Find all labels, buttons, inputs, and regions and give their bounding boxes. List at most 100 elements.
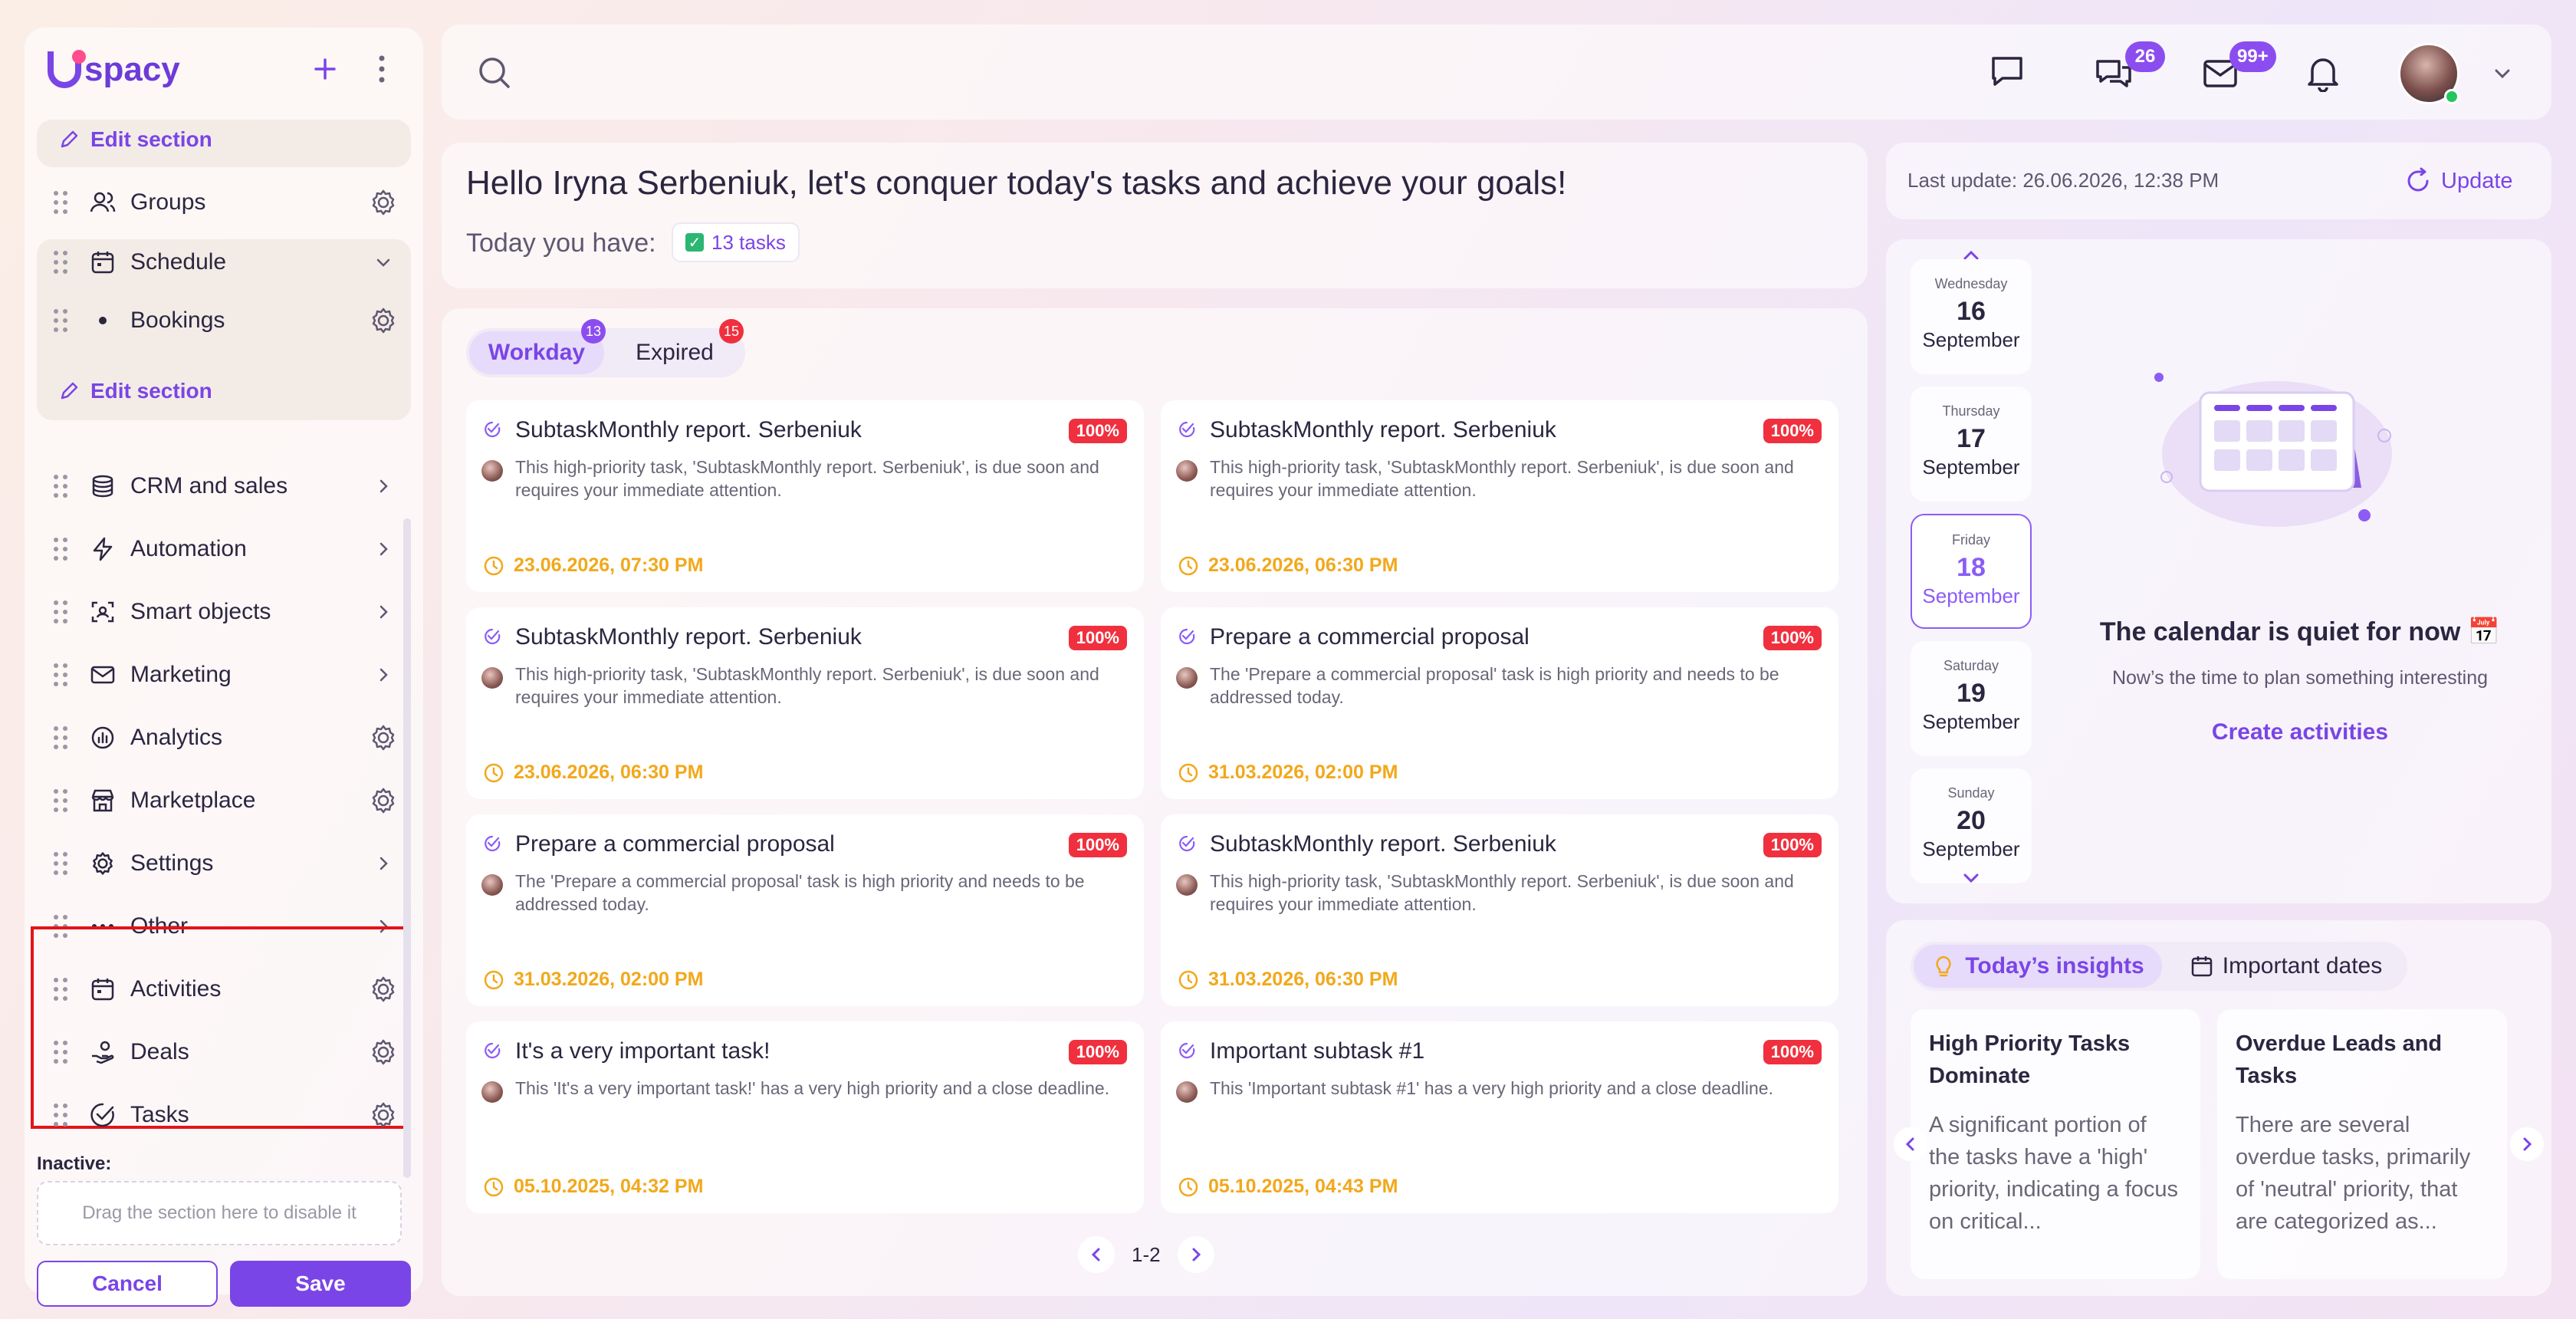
create-activities-link[interactable]: Create activities: [2059, 719, 2541, 745]
task-title[interactable]: Prepare a commercial proposal: [1210, 624, 1530, 650]
task-count-chip[interactable]: ✓ 13 tasks: [672, 222, 800, 262]
lightbulb-icon: [1936, 956, 1951, 977]
gear-icon[interactable]: [368, 1100, 399, 1130]
prev-page-button[interactable]: [1078, 1236, 1115, 1273]
sidebar-item-marketing[interactable]: Marketing: [37, 646, 411, 704]
add-icon[interactable]: [310, 54, 340, 84]
drag-handle-icon[interactable]: [54, 309, 69, 332]
sidebar-item-tasks[interactable]: Tasks: [37, 1086, 411, 1144]
gear-icon[interactable]: [368, 785, 399, 816]
next-page-button[interactable]: [1177, 1236, 1214, 1273]
drag-handle-icon[interactable]: [54, 978, 69, 1001]
task-check-icon: [483, 420, 501, 442]
disable-dropzone[interactable]: Drag the section here to disable it: [37, 1181, 402, 1245]
sidebar-item-label: Automation: [130, 536, 247, 561]
chevron-right-icon[interactable]: [368, 471, 399, 502]
search-icon[interactable]: [475, 54, 514, 92]
tab-todays-insights[interactable]: Today’s insights: [1914, 945, 2162, 988]
chevron-down-icon[interactable]: [1958, 868, 1984, 888]
sidebar-item-analytics[interactable]: Analytics: [37, 709, 411, 767]
task-card[interactable]: SubtaskMonthly report. Serbeniuk 100% This…: [466, 400, 1144, 592]
day-item[interactable]: Saturday 19 September: [1911, 641, 2032, 756]
sidebar-item-schedule[interactable]: Schedule: [37, 233, 411, 291]
sidebar-item-groups[interactable]: Groups: [37, 173, 411, 232]
sidebar-item-smart-objects[interactable]: Smart objects: [37, 583, 411, 641]
task-title[interactable]: It's a very important task!: [515, 1038, 770, 1064]
task-card[interactable]: SubtaskMonthly report. Serbeniuk 100% This…: [1161, 814, 1838, 1006]
gear-icon[interactable]: [368, 974, 399, 1005]
task-title[interactable]: Important subtask #1: [1210, 1038, 1424, 1064]
task-description: This high-priority task, 'SubtaskMonthly…: [515, 664, 1099, 707]
task-progress-badge: 100%: [1763, 419, 1822, 443]
sidebar-item-activities[interactable]: Activities: [37, 960, 411, 1018]
calendar-empty-subtitle: Now’s the time to plan something interes…: [2111, 667, 2489, 689]
insights-prev-button[interactable]: [1894, 1127, 1927, 1161]
sidebar-item-bookings[interactable]: Bookings: [37, 291, 411, 350]
drag-handle-icon[interactable]: [54, 663, 69, 686]
drag-handle-icon[interactable]: [54, 1041, 69, 1064]
sidebar-scrollbar[interactable]: [403, 518, 411, 1178]
more-vertical-icon[interactable]: [368, 52, 396, 86]
drag-handle-icon[interactable]: [54, 475, 69, 498]
chevron-down-icon[interactable]: [368, 247, 399, 278]
task-title[interactable]: SubtaskMonthly report. Serbeniuk: [1210, 417, 1556, 443]
users-icon: [89, 189, 117, 216]
edit-section-link[interactable]: Edit section: [58, 371, 212, 411]
cancel-button[interactable]: Cancel: [37, 1261, 218, 1307]
chevron-right-icon[interactable]: [368, 660, 399, 690]
sidebar-item-automation[interactable]: Automation: [37, 520, 411, 578]
task-card[interactable]: SubtaskMonthly report. Serbeniuk 100% This…: [1161, 400, 1838, 592]
tab-important-dates[interactable]: Important dates: [2171, 945, 2401, 988]
assignee-avatar: [481, 874, 503, 896]
logo[interactable]: spacy: [48, 44, 180, 95]
gear-icon[interactable]: [368, 187, 399, 218]
today-label: Today you have:: [466, 229, 656, 258]
drag-handle-icon[interactable]: [54, 538, 69, 561]
clock-icon: [1178, 763, 1198, 782]
task-title[interactable]: SubtaskMonthly report. Serbeniuk: [515, 417, 862, 443]
drag-handle-icon[interactable]: [54, 191, 69, 214]
gear-icon[interactable]: [368, 305, 399, 336]
edit-section-link-top[interactable]: Edit section: [58, 120, 212, 160]
task-check-icon: [1178, 420, 1196, 442]
gear-icon[interactable]: [368, 722, 399, 753]
bell-icon[interactable]: [2306, 54, 2340, 92]
sidebar-item-deals[interactable]: Deals: [37, 1023, 411, 1081]
task-card[interactable]: It's a very important task! 100% This 'It'…: [466, 1021, 1144, 1213]
day-item[interactable]: Wednesday 16 September: [1911, 259, 2032, 374]
crm-icon: [89, 472, 117, 500]
gear-icon[interactable]: [368, 1037, 399, 1067]
day-item[interactable]: Thursday 17 September: [1911, 386, 2032, 502]
drag-handle-icon[interactable]: [54, 600, 69, 623]
insight-card[interactable]: Overdue Leads and Tasks There are severa…: [2217, 1009, 2507, 1279]
assignee-avatar: [1176, 1081, 1198, 1103]
insight-card[interactable]: High Priority Tasks Dominate A significa…: [1911, 1009, 2200, 1279]
task-description: This high-priority task, 'SubtaskMonthly…: [1210, 457, 1794, 500]
task-card[interactable]: SubtaskMonthly report. Serbeniuk 100% This…: [466, 607, 1144, 799]
task-card[interactable]: Prepare a commercial proposal 100% The 'Pr…: [466, 814, 1144, 1006]
chevron-down-icon[interactable]: [2490, 61, 2515, 86]
drag-handle-icon[interactable]: [54, 852, 69, 875]
drag-handle-icon[interactable]: [54, 726, 69, 749]
save-button[interactable]: Save: [230, 1261, 411, 1307]
sidebar-item-marketplace[interactable]: Marketplace: [37, 771, 411, 830]
drag-handle-icon[interactable]: [54, 1104, 69, 1127]
sidebar-item-settings[interactable]: Settings: [37, 834, 411, 893]
assignee-avatar: [481, 1081, 503, 1103]
update-button[interactable]: Update: [2404, 163, 2513, 199]
chevron-right-icon[interactable]: [368, 597, 399, 627]
chat-icon[interactable]: [1989, 52, 2026, 89]
day-item[interactable]: Sunday 20 September: [1911, 768, 2032, 883]
task-title[interactable]: Prepare a commercial proposal: [515, 831, 835, 857]
day-item-selected[interactable]: Friday 18 September: [1911, 514, 2032, 629]
chevron-right-icon[interactable]: [368, 534, 399, 564]
chevron-right-icon[interactable]: [368, 848, 399, 879]
task-title[interactable]: SubtaskMonthly report. Serbeniuk: [1210, 831, 1556, 857]
task-card[interactable]: Prepare a commercial proposal 100% The 'Pr…: [1161, 607, 1838, 799]
sidebar-item-crm-and-sales[interactable]: CRM and sales: [37, 457, 411, 515]
task-card[interactable]: Important subtask #1 100% This 'Important …: [1161, 1021, 1838, 1213]
drag-handle-icon[interactable]: [54, 251, 69, 274]
task-title[interactable]: SubtaskMonthly report. Serbeniuk: [515, 624, 862, 650]
drag-handle-icon[interactable]: [54, 789, 69, 812]
insights-next-button[interactable]: [2510, 1127, 2544, 1161]
